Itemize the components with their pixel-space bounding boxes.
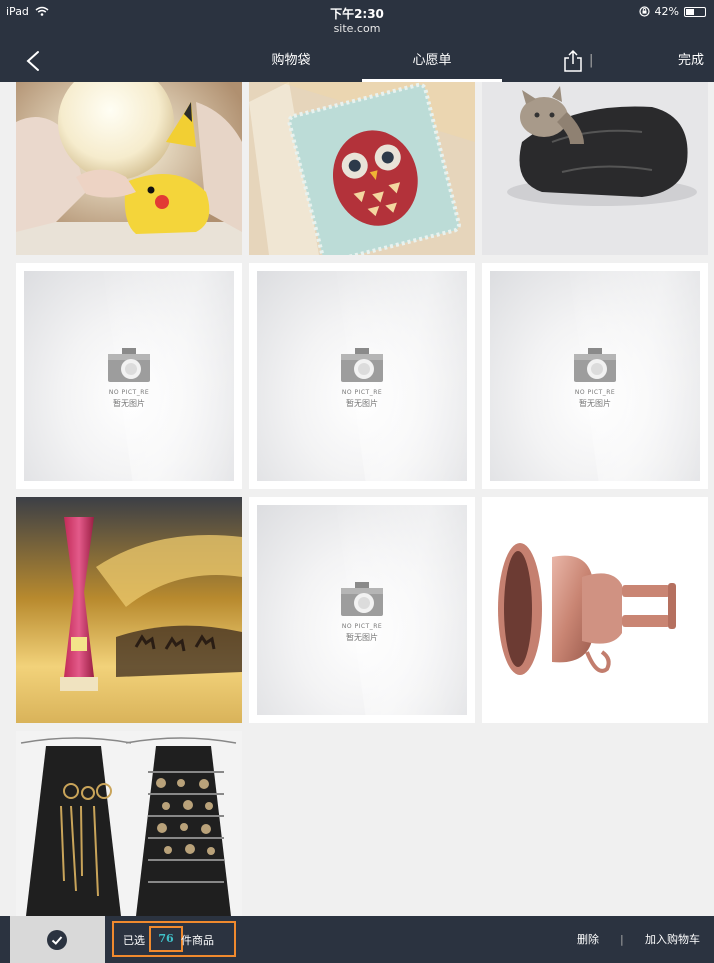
no-picture-placeholder: NO PICT_RE 暂无图片 bbox=[257, 505, 467, 715]
no-picture-placeholder: NO PICT_RE 暂无图片 bbox=[24, 271, 234, 481]
delete-button[interactable]: 删除 bbox=[577, 916, 599, 963]
select-all-toggle[interactable] bbox=[10, 916, 105, 963]
selected-prefix: 已选 bbox=[123, 934, 145, 947]
product-tile-no-picture[interactable]: NO PICT_RE 暂无图片 bbox=[16, 263, 242, 489]
back-chevron-icon[interactable] bbox=[24, 50, 42, 72]
tab-wishlist[interactable]: 心愿单 bbox=[362, 40, 502, 82]
no-picture-label-en: NO PICT_RE bbox=[341, 389, 383, 396]
selected-count: 76 bbox=[149, 926, 183, 952]
no-picture-label-en: NO PICT_RE bbox=[341, 623, 383, 630]
selected-count-summary: 已选 76 件商品 bbox=[112, 921, 236, 957]
no-picture-label-cn: 暂无图片 bbox=[113, 399, 145, 408]
site-url[interactable]: site.com bbox=[0, 22, 714, 35]
camera-icon bbox=[341, 582, 383, 616]
no-picture-label-en: NO PICT_RE bbox=[108, 389, 150, 396]
nav-separator: | bbox=[589, 53, 594, 68]
nav-bar: 购物袋 心愿单 | 完成 bbox=[0, 40, 714, 82]
done-button[interactable]: 完成 bbox=[678, 40, 704, 82]
status-bar: iPad 下午2:30 site.com 42% bbox=[0, 0, 714, 40]
no-picture-label-cn: 暂无图片 bbox=[346, 633, 378, 642]
camera-icon bbox=[574, 348, 616, 382]
product-tile-pikachu-lamp[interactable] bbox=[16, 82, 242, 255]
no-picture-label-cn: 暂无图片 bbox=[346, 399, 378, 408]
status-time: 下午2:30 bbox=[330, 7, 384, 21]
product-tile-cat-grooming-bag[interactable] bbox=[482, 82, 708, 255]
product-tile-sand-hourglass-lamp[interactable] bbox=[16, 497, 242, 723]
hanging-jewelry-organizer-image bbox=[16, 731, 242, 916]
checkmark-icon bbox=[47, 930, 67, 950]
camera-icon bbox=[341, 348, 383, 382]
product-tile-no-picture[interactable]: NO PICT_RE 暂无图片 bbox=[482, 263, 708, 489]
no-picture-label-cn: 暂无图片 bbox=[579, 399, 611, 408]
action-separator: | bbox=[620, 933, 624, 946]
magnetic-car-phone-holder-image bbox=[482, 497, 708, 723]
battery-icon bbox=[684, 6, 706, 17]
pikachu-lamp-image bbox=[16, 82, 242, 255]
add-to-cart-button[interactable]: 加入购物车 bbox=[645, 916, 700, 963]
sand-hourglass-lamp-image bbox=[16, 497, 242, 723]
rotation-lock-icon bbox=[638, 6, 650, 17]
no-picture-placeholder: NO PICT_RE 暂无图片 bbox=[490, 271, 700, 481]
product-tile-owl-notebook[interactable] bbox=[249, 82, 475, 255]
owl-notebook-image bbox=[249, 82, 475, 255]
battery-percent: 42% bbox=[654, 5, 679, 18]
product-tile-magnetic-car-phone-holder[interactable] bbox=[482, 497, 708, 723]
product-tile-hanging-jewelry-organizer[interactable] bbox=[16, 731, 242, 916]
camera-icon bbox=[108, 348, 150, 382]
cat-grooming-bag-image bbox=[482, 82, 708, 255]
bottom-action-bar: 已选 76 件商品 删除 | 加入购物车 bbox=[0, 916, 714, 963]
no-picture-placeholder: NO PICT_RE 暂无图片 bbox=[257, 271, 467, 481]
battery-area: 42% bbox=[638, 5, 706, 18]
product-tile-no-picture[interactable]: NO PICT_RE 暂无图片 bbox=[249, 263, 475, 489]
tab-shopping-bag[interactable]: 购物袋 bbox=[221, 40, 361, 82]
product-tile-no-picture[interactable]: NO PICT_RE 暂无图片 bbox=[249, 497, 475, 723]
no-picture-label-en: NO PICT_RE bbox=[574, 389, 616, 396]
wishlist-grid: NO PICT_RE 暂无图片 NO PICT_RE 暂无图片 NO PICT_… bbox=[0, 82, 714, 916]
selected-suffix: 件商品 bbox=[181, 934, 214, 947]
share-icon[interactable] bbox=[562, 49, 584, 73]
